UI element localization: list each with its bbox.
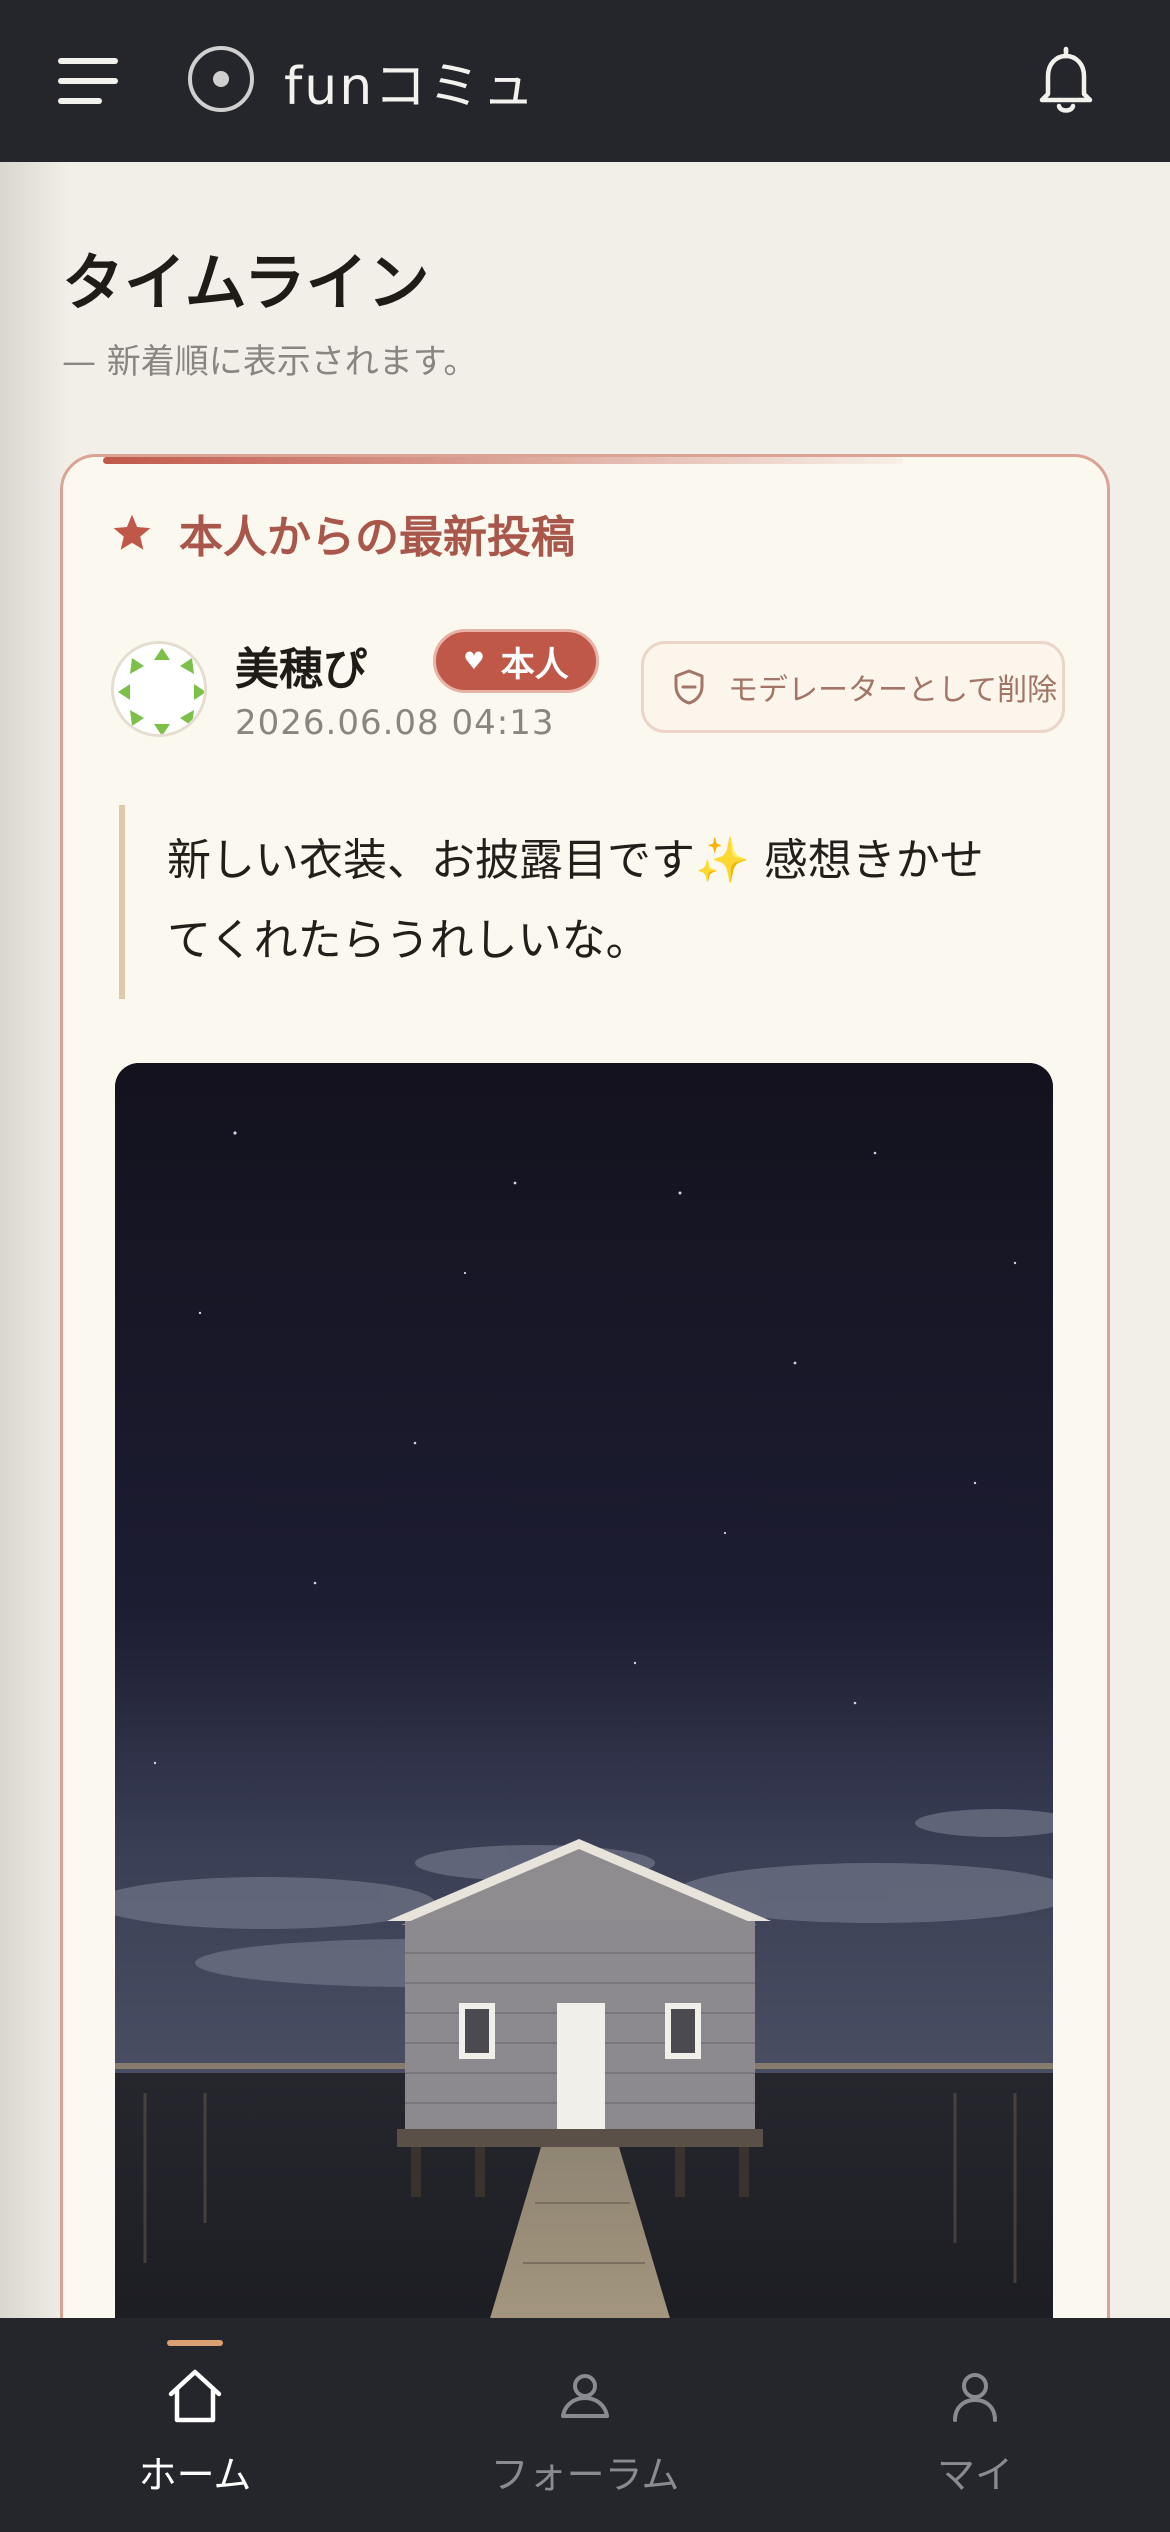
page-subtitle: — 新着順に表示されます。 — [62, 342, 478, 382]
post-body: 新しい衣装、お披露目です✨ 感想きかせ てくれたらうれしいな。 — [119, 805, 1019, 999]
post-author-row: 美穂ぴ ♥ 本人 2026.06.08 04:13 モデレーターとして削除 — [111, 629, 1071, 751]
avatar[interactable] — [111, 641, 207, 737]
bell-icon[interactable] — [1036, 46, 1096, 116]
circle-dot-icon — [188, 46, 254, 112]
menu-icon[interactable] — [58, 58, 118, 104]
top-app-bar: funコミュ — [0, 0, 1170, 162]
home-icon — [168, 2369, 222, 2423]
shield-icon — [674, 669, 704, 705]
page-title: タイムライン — [62, 246, 430, 319]
self-badge-label: 本人 — [500, 644, 569, 685]
post-body-line: てくれたらうれしいな。 — [167, 915, 650, 966]
user-icon — [953, 2373, 997, 2422]
star-icon — [113, 514, 151, 550]
featured-label: 本人からの最新投稿 — [179, 512, 575, 563]
app-title: funコミュ — [284, 57, 537, 117]
post-timestamp: 2026.06.08 04:13 — [235, 703, 555, 743]
author-name[interactable]: 美穂ぴ — [235, 633, 367, 697]
nav-item-home[interactable]: ホーム — [45, 2318, 345, 2532]
moderator-delete-label: モデレーターとして削除 — [728, 674, 1058, 707]
nav-label-home: ホーム — [138, 2453, 252, 2497]
nav-label-my: マイ — [936, 2453, 1013, 2497]
moderator-delete-button[interactable]: モデレーターとして削除 — [641, 641, 1065, 733]
post-body-line: 新しい衣装、お披露目です✨ 感想きかせ — [167, 835, 984, 886]
post-image[interactable] — [115, 1063, 1053, 2463]
card-accent-line — [103, 457, 903, 464]
featured-label-row: 本人からの最新投稿 — [111, 501, 575, 565]
nav-item-my[interactable]: マイ — [825, 2318, 1125, 2532]
self-badge: ♥ 本人 — [433, 629, 599, 693]
heart-icon: ♥ — [463, 647, 485, 675]
forum-icon — [561, 2374, 609, 2418]
bottom-navigation: ホーム フォーラム マイ — [0, 2318, 1170, 2532]
featured-post-card[interactable]: 本人からの最新投稿 美穂ぴ ♥ 本人 2026.06.08 04:13 モデレー… — [60, 454, 1110, 2532]
nav-item-forum[interactable]: フォーラム — [435, 2318, 735, 2532]
nav-active-indicator — [167, 2340, 223, 2346]
nav-label-forum: フォーラム — [490, 2453, 680, 2497]
